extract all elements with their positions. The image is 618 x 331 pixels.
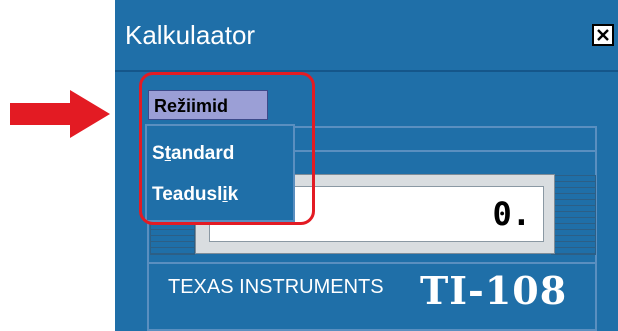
calculator-window: Kalkulaator 0. TEXAS INSTRUMENTS TI-108 … xyxy=(115,0,618,331)
speaker-grille-right xyxy=(551,175,596,255)
window-title: Kalkulaator xyxy=(125,20,256,50)
model-name: TI-108 xyxy=(420,268,568,313)
divider xyxy=(147,262,597,264)
highlight-outline xyxy=(139,72,315,225)
display-readout: 0. xyxy=(492,195,531,233)
close-icon[interactable] xyxy=(592,24,614,46)
brand-name: TEXAS INSTRUMENTS xyxy=(168,276,384,298)
title-bar: Kalkulaator xyxy=(115,0,618,72)
arrow-right-icon xyxy=(10,90,110,138)
